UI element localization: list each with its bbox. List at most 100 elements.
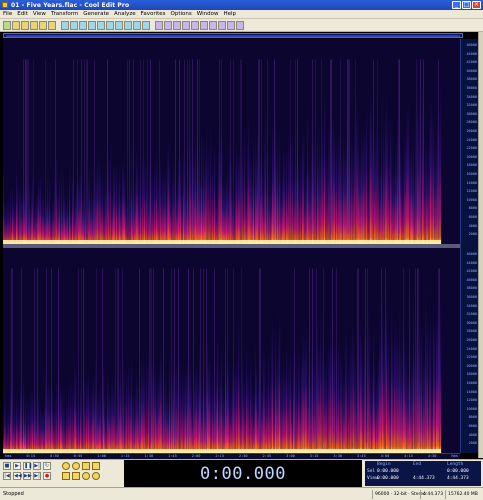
frequency-scale-label: 28000 [466, 120, 477, 125]
frequency-scale-label: 2000 [468, 232, 477, 237]
menu-bar: File Edit View Transform Generate Analyz… [0, 10, 483, 19]
play-to-end-button[interactable]: ▶| [33, 462, 41, 470]
zoom-selection-icon[interactable] [92, 462, 100, 470]
vertical-scrollbar[interactable] [478, 32, 483, 458]
pause-button[interactable]: ❚❚ [23, 462, 32, 470]
frequency-scale-label: 38000 [466, 286, 477, 291]
frequency-scale-label: 46000 [466, 252, 477, 256]
frequency-scale-label: 8000 [468, 415, 477, 420]
frequency-scale-label: 30000 [466, 320, 477, 325]
frequency-scale-label: 6000 [468, 215, 477, 219]
channel-right[interactable] [3, 248, 460, 453]
marker-icon[interactable] [227, 20, 235, 30]
begin-header: Begin [377, 462, 391, 467]
frequency-scale-label: 32000 [466, 312, 477, 317]
menu-favorites[interactable]: Favorites [141, 11, 166, 17]
analysis-icon[interactable] [191, 20, 199, 30]
close-button[interactable]: × [472, 1, 481, 9]
menu-generate[interactable]: Generate [83, 11, 109, 17]
phase-icon[interactable] [209, 20, 217, 30]
minimize-button[interactable]: _ [452, 1, 461, 9]
open-file-icon[interactable] [12, 20, 20, 30]
view-end[interactable]: 4:44.373 [413, 476, 435, 481]
frequency-scale-label: 22000 [466, 146, 477, 151]
record-button[interactable]: ● [43, 472, 51, 480]
menu-help[interactable]: Help [223, 11, 236, 17]
frequency-scale-label: 16000 [466, 381, 477, 385]
frequency-scale-label: 6000 [468, 424, 477, 428]
cue-icon[interactable] [236, 20, 244, 30]
go-to-start-button[interactable]: |◀ [3, 472, 11, 480]
selection-begin[interactable]: 0:00.000 [377, 469, 399, 474]
undo-icon[interactable] [106, 20, 114, 30]
selection-panel: Begin End Length Sel 0:00.000 0:00.000 V… [365, 461, 481, 486]
cut-icon[interactable] [61, 20, 69, 30]
stop-button[interactable]: ■ [3, 462, 11, 470]
menu-transform[interactable]: Transform [51, 11, 78, 17]
repeat-icon[interactable] [124, 20, 132, 30]
waveform-view-icon[interactable] [155, 20, 163, 30]
import-icon[interactable] [39, 20, 47, 30]
frequency-icon[interactable] [200, 20, 208, 30]
amplify-icon[interactable] [142, 20, 150, 30]
zoom-left-icon[interactable] [62, 472, 70, 480]
frequency-scale-label: 14000 [466, 389, 477, 394]
spectral-view[interactable] [3, 39, 460, 453]
frequency-scale-label: 36000 [466, 295, 477, 299]
play-button[interactable]: ▶ [13, 462, 21, 470]
channel-left[interactable] [3, 39, 460, 244]
view-begin[interactable]: 0:00.000 [377, 476, 399, 481]
frequency-scale-label: 36000 [466, 86, 477, 90]
spectral-view-icon[interactable] [164, 20, 172, 30]
frequency-scale-label: 4000 [468, 432, 477, 437]
menu-view[interactable]: View [33, 11, 46, 17]
menu-analyze[interactable]: Analyze [114, 11, 136, 17]
trim-icon[interactable] [97, 20, 105, 30]
close-file-icon[interactable] [48, 20, 56, 30]
frequency-scale-label: 30000 [466, 111, 477, 116]
menu-file[interactable]: File [3, 11, 12, 17]
mix-paste-icon[interactable] [88, 20, 96, 30]
zoom-vertical-out-icon[interactable] [92, 472, 100, 480]
go-to-end-button[interactable]: ▶| [33, 472, 41, 480]
new-file-icon[interactable] [30, 20, 38, 30]
zoom-full-icon[interactable] [82, 462, 90, 470]
status-bar: Stopped 96000 · 32-bit · Stereo 4:44.373… [0, 487, 483, 500]
frequency-scale-label: 40000 [466, 68, 477, 73]
zoom-in-icon[interactable] [62, 462, 70, 470]
visible-range[interactable] [6, 35, 460, 37]
selection-length[interactable]: 0:00.000 [447, 469, 469, 474]
crossfade-icon[interactable] [133, 20, 141, 30]
frequency-scale-label: 2000 [468, 441, 477, 446]
frequency-scale-label: 42000 [466, 269, 477, 274]
zoom-vertical-in-icon[interactable] [82, 472, 90, 480]
playback-status: Stopped [3, 491, 24, 497]
menu-edit[interactable]: Edit [17, 11, 28, 17]
loop-button[interactable]: ↻ [43, 462, 51, 470]
statistics-icon[interactable] [218, 20, 226, 30]
overview-range-bar[interactable] [3, 33, 463, 38]
end-header: End [413, 462, 422, 467]
cd-project-icon[interactable] [182, 20, 190, 30]
zoom-out-icon[interactable] [72, 462, 80, 470]
save-file-icon[interactable] [21, 20, 29, 30]
rewind-button[interactable]: ◀◀ [13, 472, 22, 480]
frequency-scale-label: 46000 [466, 43, 477, 47]
toolbar-separator [57, 21, 60, 30]
maximize-button[interactable]: □ [462, 1, 471, 9]
frequency-scale-label: 14000 [466, 180, 477, 185]
view-length[interactable]: 4:44.373 [447, 476, 469, 481]
fast-forward-button[interactable]: ▶▶ [23, 472, 32, 480]
frequency-scale-label: 16000 [466, 172, 477, 176]
copy-icon[interactable] [70, 20, 78, 30]
app-icon [2, 2, 8, 8]
redo-icon[interactable] [115, 20, 123, 30]
length-header: Length [447, 462, 464, 467]
multitrack-view-icon[interactable] [173, 20, 181, 30]
menu-window[interactable]: Window [197, 11, 219, 17]
zoom-right-icon[interactable] [72, 472, 80, 480]
frequency-scale-label: 10000 [466, 406, 477, 411]
menu-options[interactable]: Options [171, 11, 192, 17]
paste-icon[interactable] [79, 20, 87, 30]
toggle-view-button[interactable] [3, 20, 11, 30]
